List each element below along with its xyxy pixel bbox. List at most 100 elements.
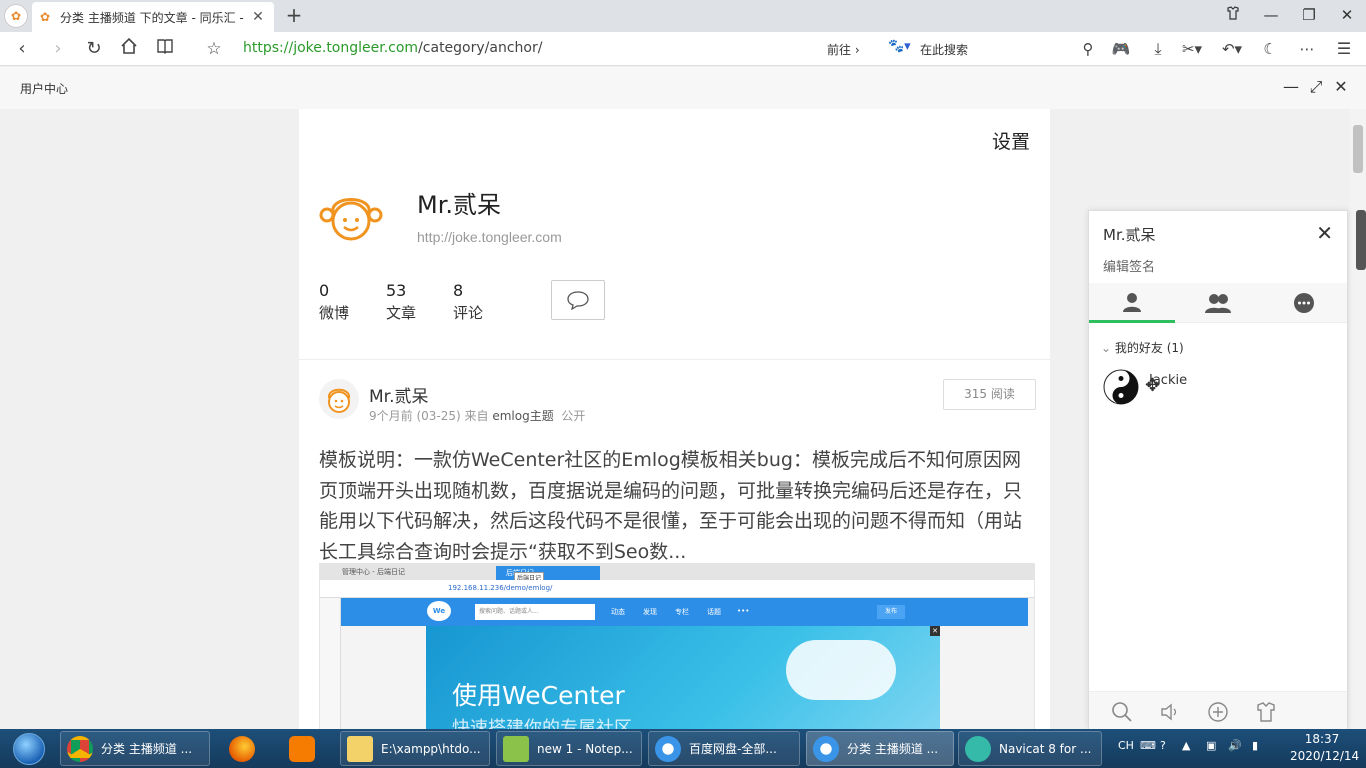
chat-panel: Mr.贰呆 ✕ 编辑签名 ⌄ 我的好友 (1) Jackie ✥ xyxy=(1088,210,1348,729)
post-author-avatar-icon[interactable] xyxy=(319,379,359,419)
tab-title: 分类 主播频道 下的文章 - 同乐汇 - xyxy=(60,10,244,25)
chat-user-name: Mr.贰呆 xyxy=(1103,226,1156,244)
post-source-link[interactable]: emlog主题 xyxy=(492,409,553,423)
post-image[interactable]: 管理中心 - 后端日记 后端日记 后端日记 192.168.11.236/dem… xyxy=(319,563,1035,729)
friend-item[interactable]: Jackie ✥ xyxy=(1103,369,1323,409)
embed-addressbar: 192.168.11.236/demo/emlog/ xyxy=(320,580,1034,598)
goto-button[interactable]: 前往 › xyxy=(827,41,860,58)
windows-logo-icon xyxy=(13,732,45,765)
panel-scrollbar-thumb[interactable] xyxy=(1356,210,1366,270)
download-icon[interactable]: ⤓ xyxy=(1146,37,1170,61)
panel-minimize-icon[interactable]: — xyxy=(1281,77,1301,97)
shirt-skin-icon[interactable] xyxy=(1214,0,1252,32)
edit-signature[interactable]: 编辑签名 xyxy=(1103,256,1155,275)
taskbar-clock[interactable]: 18:37 2020/12/14 xyxy=(1290,731,1359,765)
search-input[interactable]: 在此搜索 xyxy=(920,41,968,58)
tab-friends[interactable] xyxy=(1089,283,1175,323)
tab-active[interactable]: ✿ 分类 主播频道 下的文章 - 同乐汇 - ✕ xyxy=(32,2,274,32)
game-icon[interactable]: 🎮 xyxy=(1109,37,1133,61)
baidu-engine-icon[interactable]: 🐾▾ xyxy=(888,39,916,57)
stat-articles[interactable]: 53 文章 xyxy=(386,281,416,323)
chat-toolbar xyxy=(1089,691,1347,729)
add-icon[interactable] xyxy=(1207,701,1229,723)
tab-messages[interactable] xyxy=(1261,283,1347,323)
user-center-label: 用户中心 xyxy=(20,82,69,96)
embed-tabbar: 管理中心 - 后端日记 后端日记 xyxy=(320,564,1034,580)
taskbar-baidu-pan[interactable]: 百度网盘-全部... xyxy=(648,731,800,766)
site-favicon-icon: ✿ xyxy=(40,10,51,24)
folder-icon xyxy=(347,735,373,762)
group-icon xyxy=(1205,294,1231,313)
restore-icon[interactable]: ❐ xyxy=(1290,0,1328,32)
firefox-icon xyxy=(229,735,255,762)
tray-expand-icon[interactable]: ▲ xyxy=(1182,739,1190,752)
scrollbar-thumb[interactable] xyxy=(1353,125,1363,173)
night-mode-icon[interactable]: ☾ xyxy=(1258,37,1282,61)
divider xyxy=(299,359,1050,360)
post-excerpt[interactable]: 模板说明：一款仿WeCenter社区的Emlog模板相关bug：模板完成后不知何… xyxy=(319,445,1031,567)
stat-comments[interactable]: 8 评论 xyxy=(453,281,483,323)
taskbar-explorer[interactable]: E:\xampp\htdo... xyxy=(340,731,490,766)
search-icon[interactable]: ⚲ xyxy=(1076,37,1100,61)
taskbar-navicat[interactable]: Navicat 8 for ... xyxy=(958,731,1102,766)
url-field[interactable]: https://joke.tongleer.com/category/ancho… xyxy=(243,40,542,56)
cloud-illustration-icon xyxy=(786,640,896,700)
user-icon xyxy=(1123,292,1141,312)
chat-close-icon[interactable]: ✕ xyxy=(1316,221,1333,245)
message-button[interactable] xyxy=(551,280,605,320)
volume-icon[interactable]: 🔊 xyxy=(1228,739,1242,752)
taskbar-browser-active[interactable]: 分类 主播频道 ... xyxy=(806,731,954,766)
friend-group-toggle[interactable]: ⌄ 我的好友 (1) xyxy=(1101,339,1184,356)
move-cursor-icon: ✥ xyxy=(1145,375,1161,396)
reload-icon[interactable]: ↻ xyxy=(82,37,106,61)
tab-groups[interactable] xyxy=(1175,283,1261,323)
page-scrollbar[interactable] xyxy=(1350,109,1366,729)
stat-weibo[interactable]: 0 微博 xyxy=(319,281,349,323)
embed-navbar: We 搜索问题、话题或人... 动态 发现 专栏 话题 ••• 发布 xyxy=(341,598,1028,626)
minimize-icon[interactable]: — xyxy=(1252,0,1290,32)
taskbar-firefox[interactable] xyxy=(222,731,264,766)
sound-icon[interactable] xyxy=(1159,701,1181,723)
window-close-icon[interactable]: ✕ xyxy=(1328,0,1366,32)
chat-tabs xyxy=(1089,283,1347,323)
chrome-icon xyxy=(67,735,93,762)
post-meta: 9个月前 (03-25) 来自 emlog主题 公开 xyxy=(369,409,586,423)
post-author-name[interactable]: Mr.贰呆 xyxy=(369,382,429,407)
bookmark-star-icon[interactable]: ☆ xyxy=(202,37,226,61)
skin-icon[interactable] xyxy=(1255,701,1277,723)
network-icon[interactable]: ▣ xyxy=(1206,739,1216,752)
profile-url[interactable]: http://joke.tongleer.com xyxy=(417,229,562,245)
panel-close-icon[interactable]: ✕ xyxy=(1331,77,1351,97)
taskbar: 分类 主播频道 ... E:\xampp\htdo... new 1 - Not… xyxy=(0,729,1366,768)
taskbar-notepad[interactable]: new 1 - Notep... xyxy=(496,731,642,766)
scissors-icon[interactable]: ✂▾ xyxy=(1180,37,1204,61)
embed-banner: 使用WeCenter 快速搭建你的专属社区 xyxy=(426,626,940,729)
back-icon[interactable]: ‹ xyxy=(10,37,34,61)
find-icon[interactable] xyxy=(1111,701,1133,723)
address-toolbar: ‹ › ↻ ☆ https://joke.tongleer.com/catego… xyxy=(0,32,1366,66)
yin-yang-avatar-icon xyxy=(1103,369,1139,405)
panel-expand-icon[interactable]: ⤢ xyxy=(1306,77,1326,97)
tab-close-icon[interactable]: ✕ xyxy=(250,9,266,25)
navicat-icon xyxy=(965,735,991,762)
new-tab-icon[interactable]: + xyxy=(282,4,306,28)
start-button[interactable] xyxy=(3,729,55,768)
help-icon[interactable]: ? xyxy=(1160,739,1166,752)
menu-icon[interactable]: ☰ xyxy=(1332,37,1356,61)
signal-icon[interactable]: ▮ xyxy=(1252,739,1258,752)
language-indicator[interactable]: CH xyxy=(1118,739,1134,752)
taskbar-chrome[interactable]: 分类 主播频道 ... xyxy=(60,731,210,766)
settings-link[interactable]: 设置 xyxy=(992,127,1030,154)
read-count-badge: 315 阅读 xyxy=(943,379,1036,410)
chat-bubble-icon xyxy=(567,291,589,310)
keyboard-icon[interactable]: ⌨ xyxy=(1140,739,1156,752)
forward-icon[interactable]: › xyxy=(46,37,70,61)
profile-name: Mr.贰呆 xyxy=(417,191,501,219)
reader-icon[interactable] xyxy=(153,37,177,61)
tab-bar: ✿ ✿ 分类 主播频道 下的文章 - 同乐汇 - ✕ + — ❐ ✕ xyxy=(0,0,1366,32)
browser-logo-icon[interactable]: ✿ xyxy=(4,4,28,28)
taskbar-player[interactable] xyxy=(282,731,324,766)
home-icon[interactable] xyxy=(117,37,141,61)
undo-icon[interactable]: ↶▾ xyxy=(1220,37,1244,61)
more-icon[interactable]: ⋯ xyxy=(1295,37,1319,61)
